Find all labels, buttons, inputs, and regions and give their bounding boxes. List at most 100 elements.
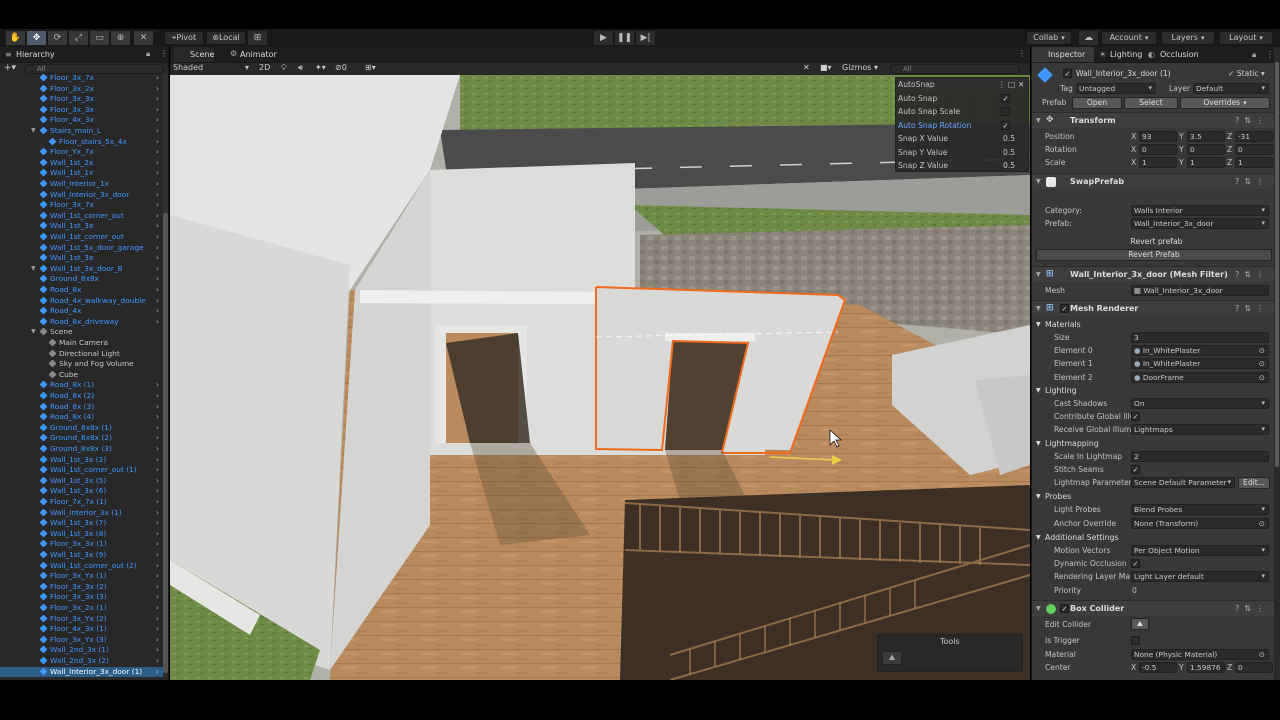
- hierarchy-item[interactable]: Wall_1st_3x ›: [0, 221, 163, 232]
- hierarchy-item[interactable]: Wall_2nd_3x (1) ›: [0, 645, 163, 656]
- edit-collider-button[interactable]: ⛰: [1131, 618, 1149, 630]
- hierarchy-item[interactable]: Road_8x (4) ›: [0, 412, 163, 423]
- hierarchy-item[interactable]: Ground_8x8x (3) ›: [0, 444, 163, 455]
- rotation-x-field[interactable]: 0: [1139, 144, 1177, 155]
- position-y-field[interactable]: 3.5: [1187, 131, 1225, 142]
- open-prefab-arrow-icon[interactable]: ›: [156, 592, 159, 603]
- open-prefab-arrow-icon[interactable]: ›: [156, 73, 159, 84]
- probes-section[interactable]: ▼ Probes: [1032, 490, 1274, 503]
- fold-icon[interactable]: ▼: [31, 327, 36, 338]
- autosnap-value-field[interactable]: 0.5: [1003, 146, 1015, 159]
- center-x-field[interactable]: -0.5: [1139, 662, 1177, 673]
- hierarchy-item[interactable]: Wall_1st_2x ›: [0, 158, 163, 169]
- open-prefab-arrow-icon[interactable]: ›: [156, 497, 159, 508]
- open-prefab-arrow-icon[interactable]: ›: [156, 137, 159, 148]
- autosnap-checkbox[interactable]: ✓: [1001, 120, 1010, 130]
- autosnap-value-field[interactable]: 0.5: [1003, 132, 1015, 145]
- transform-component-header[interactable]: ▼ ✥ Transform ?⇅⋮: [1032, 112, 1274, 128]
- hierarchy-item[interactable]: Wall_1st_corner_out (1) ›: [0, 465, 163, 476]
- boxcollider-component-header[interactable]: ▼ ✓ Box Collider ?⇅⋮: [1032, 600, 1274, 616]
- material-element-field[interactable]: ● In_WhitePlaster ⊙: [1131, 345, 1269, 356]
- component-options-icon[interactable]: ?⇅⋮: [1235, 113, 1269, 128]
- open-prefab-arrow-icon[interactable]: ›: [156, 190, 159, 201]
- fx-toggle-icon[interactable]: ✦▾: [315, 63, 326, 72]
- open-prefab-arrow-icon[interactable]: ›: [156, 115, 159, 126]
- rotation-y-field[interactable]: 0: [1187, 144, 1225, 155]
- is-trigger-checkbox[interactable]: [1131, 636, 1140, 645]
- hierarchy-item[interactable]: Wall_Interior_3x_door (1) ›: [0, 666, 163, 678]
- object-picker-icon[interactable]: ⊙: [1259, 346, 1265, 355]
- open-prefab-arrow-icon[interactable]: ›: [156, 476, 159, 487]
- 2d-toggle[interactable]: 2D: [259, 63, 270, 72]
- scale-x-field[interactable]: 1: [1139, 157, 1177, 168]
- hand-tool-icon[interactable]: ✋: [6, 31, 25, 45]
- open-prefab-arrow-icon[interactable]: ›: [156, 402, 159, 413]
- open-prefab-arrow-icon[interactable]: ›: [156, 317, 159, 328]
- transform-tool-icon[interactable]: ⊕: [111, 31, 130, 45]
- hierarchy-item[interactable]: Floor_3x_Yx (2) ›: [0, 614, 163, 625]
- hierarchy-item[interactable]: Floor_3x_2x ›: [0, 84, 163, 95]
- hierarchy-item[interactable]: Wall_1st_3x (6) ›: [0, 486, 163, 497]
- open-prefab-arrow-icon[interactable]: ›: [156, 423, 159, 434]
- open-prefab-arrow-icon[interactable]: ›: [156, 635, 159, 646]
- revert-prefab-button[interactable]: Revert Prefab: [1036, 249, 1272, 261]
- priority-field[interactable]: 0: [1132, 584, 1137, 597]
- hierarchy-item[interactable]: Ground_8x8x ›: [0, 274, 163, 285]
- open-prefab-arrow-icon[interactable]: ›: [156, 667, 159, 678]
- open-prefab-arrow-icon[interactable]: ›: [156, 614, 159, 625]
- rotate-tool-icon[interactable]: ⟳: [48, 31, 67, 45]
- inspector-kebab-icon[interactable]: ⋮: [1266, 50, 1274, 59]
- audio-toggle-icon[interactable]: 🔊︎: [298, 63, 303, 73]
- visibility-icon[interactable]: ⊘0: [335, 63, 347, 72]
- contribute-gi-checkbox[interactable]: ✓: [1131, 412, 1140, 421]
- prefab-overrides-button[interactable]: Overrides: [1180, 97, 1270, 109]
- open-prefab-arrow-icon[interactable]: ›: [156, 455, 159, 466]
- hierarchy-item[interactable]: Road_8x ›: [0, 285, 163, 296]
- hierarchy-item[interactable]: Wall_1st_corner_out ›: [0, 211, 163, 222]
- anchor-override-field[interactable]: None (Transform) ⊙: [1131, 518, 1269, 529]
- hierarchy-item[interactable]: Wall_1st_5x_door_garage ›: [0, 243, 163, 254]
- open-prefab-arrow-icon[interactable]: ›: [156, 147, 159, 158]
- inspector-lock-icon[interactable]: 🔒︎: [1252, 50, 1256, 60]
- step-button-icon[interactable]: ▶|: [636, 31, 655, 45]
- mesh-field[interactable]: ▦ Wall_Interior_3x_door: [1131, 285, 1269, 296]
- material-element-field[interactable]: ● DoorFrame ⊙: [1131, 371, 1269, 383]
- pause-button-icon[interactable]: ❚❚: [615, 31, 634, 45]
- open-prefab-arrow-icon[interactable]: ›: [156, 444, 159, 455]
- autosnap-value-field[interactable]: 0.5: [1003, 159, 1015, 172]
- component-options-icon[interactable]: ?⇅⋮: [1235, 601, 1269, 616]
- lighting-toggle-icon[interactable]: 💡︎: [281, 63, 287, 73]
- object-picker-icon[interactable]: ⊙: [1259, 373, 1265, 382]
- open-prefab-arrow-icon[interactable]: ›: [156, 296, 159, 307]
- collab-dropdown[interactable]: Collab: [1026, 31, 1072, 45]
- open-prefab-arrow-icon[interactable]: ›: [156, 232, 159, 243]
- cloud-icon[interactable]: ☁: [1079, 31, 1098, 45]
- tools-toggle-icon[interactable]: ✕: [803, 63, 810, 72]
- swapprefab-component-header[interactable]: ▼ SwapPrefab ?⇅⋮: [1032, 173, 1274, 189]
- hierarchy-item[interactable]: Wall_1st_corner_out (2) ›: [0, 561, 163, 572]
- hierarchy-item[interactable]: Wall_1st_3x (8) ›: [0, 529, 163, 540]
- dynamic-occlusion-checkbox[interactable]: ✓: [1131, 559, 1140, 568]
- open-prefab-arrow-icon[interactable]: ›: [156, 285, 159, 296]
- component-options-icon[interactable]: ?⇅⋮: [1235, 174, 1269, 189]
- open-prefab-arrow-icon[interactable]: ›: [156, 264, 159, 275]
- animator-tab[interactable]: Animator: [224, 47, 277, 62]
- open-prefab-arrow-icon[interactable]: ›: [156, 486, 159, 497]
- prefab-select-button[interactable]: Select: [1124, 97, 1178, 109]
- additional-settings-section[interactable]: ▼ Additional Settings: [1032, 531, 1274, 544]
- object-picker-icon[interactable]: ⊙: [1259, 359, 1265, 368]
- layers-dropdown[interactable]: Layers: [1161, 31, 1215, 45]
- open-prefab-arrow-icon[interactable]: ›: [156, 168, 159, 179]
- position-z-field[interactable]: -31: [1235, 131, 1273, 142]
- hierarchy-item[interactable]: Wall_Interior_1x ›: [0, 179, 163, 190]
- grid-snap-icon[interactable]: ⊞: [248, 31, 267, 45]
- local-toggle[interactable]: ⊛Local: [206, 31, 246, 45]
- open-prefab-arrow-icon[interactable]: ›: [156, 412, 159, 423]
- hierarchy-item[interactable]: Floor_3x_3x (3) ›: [0, 592, 163, 603]
- hierarchy-item[interactable]: Wall_1st_3x (5) ›: [0, 476, 163, 487]
- autosnap-menu-icon[interactable]: ⋮: [998, 78, 1006, 91]
- move-tool-icon[interactable]: ✥: [27, 31, 46, 45]
- autosnap-maximize-icon[interactable]: □: [1008, 78, 1015, 91]
- open-prefab-arrow-icon[interactable]: ›: [156, 84, 159, 95]
- lighting-tab[interactable]: Lighting: [1094, 47, 1142, 62]
